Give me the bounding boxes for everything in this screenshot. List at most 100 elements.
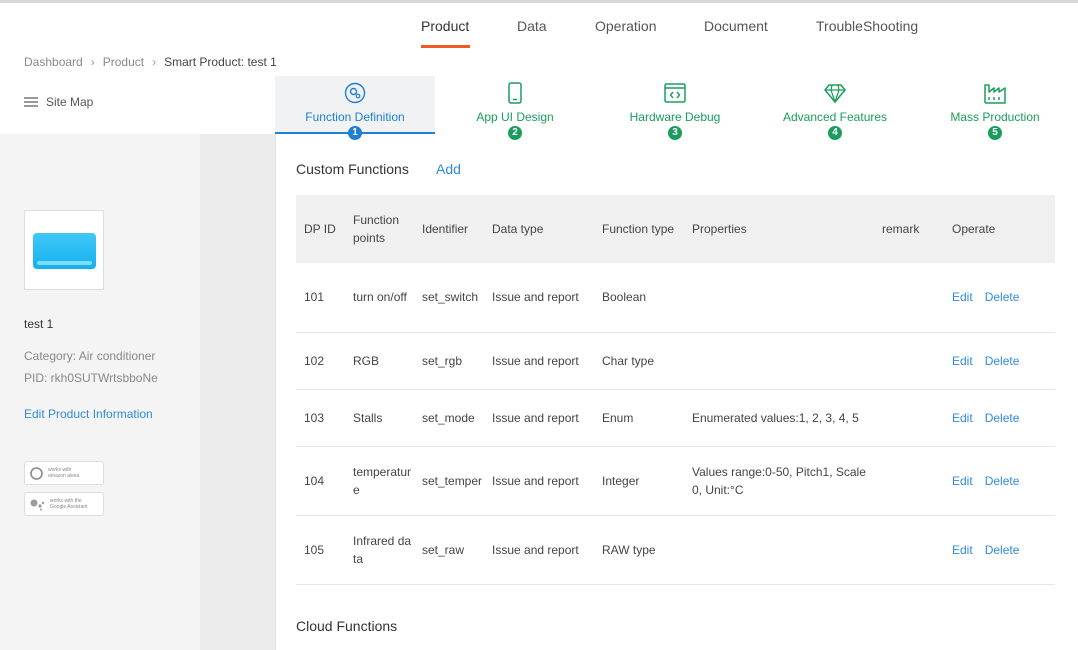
function-point: temperature [345,446,414,516]
edit-button[interactable]: Edit [952,474,973,488]
dp-id: 102 [296,332,345,390]
function-type: RAW type [594,515,684,585]
function-point: Infrared data [345,515,414,585]
edit-button[interactable]: Edit [952,354,973,368]
google-assistant-icon [30,499,45,510]
nav-product[interactable]: Product [421,18,469,34]
col-function-points: Function points [353,213,400,245]
identifier: set_switch [414,263,484,333]
cloud-functions-title: Cloud Functions [296,618,398,634]
factory-icon [984,84,1006,104]
edit-button[interactable]: Edit [952,411,973,425]
product-name: test 1 [24,317,54,331]
identifier: set_rgb [414,332,484,390]
properties: Values range:0-50, Pitch1, Scale 0, Unit… [684,446,874,516]
add-function-button[interactable]: Add [436,161,461,177]
tab-advanced-features[interactable]: Advanced Features 4 [755,76,915,140]
function-definition-panel: Custom Functions Add DP ID Function poin… [275,134,1078,650]
row-actions: Edit Delete [944,515,1055,585]
tab-label: App UI Design [476,110,554,124]
delete-button[interactable]: Delete [985,543,1020,557]
function-type: Integer [594,446,684,516]
tab-app-ui-design[interactable]: App UI Design 2 [435,76,595,140]
remark [874,446,944,516]
row-actions: Edit Delete [944,389,1055,447]
product-pid: PID: rkh0SUTWrtsbboNe [24,371,158,385]
data-type: Issue and report [484,263,594,333]
chevron-right-icon: › [90,55,95,69]
delete-button[interactable]: Delete [985,354,1020,368]
alexa-badge: works with amazon alexa [24,461,104,485]
properties [684,263,874,333]
site-map-button[interactable]: Site Map [24,95,93,109]
function-type: Char type [594,332,684,390]
table-row: 105 Infrared data set_raw Issue and repo… [296,515,1055,585]
custom-functions-title: Custom Functions [296,161,409,177]
phone-icon [508,82,522,104]
table-row: 102 RGB set_rgb Issue and report Char ty… [296,332,1055,390]
row-actions: Edit Delete [944,446,1055,516]
step-number: 4 [828,126,842,140]
remark [874,389,944,447]
remark [874,515,944,585]
breadcrumb: Dashboard › Product › Smart Product: tes… [24,55,277,69]
step-tab-bar: Site Map Function Definition 1 App UI De… [0,76,1078,140]
tab-label: Function Definition [305,110,405,124]
dp-id: 103 [296,389,345,447]
breadcrumb-product[interactable]: Product [103,55,144,69]
edit-product-info-link[interactable]: Edit Product Information [24,407,153,421]
tab-function-definition[interactable]: Function Definition 1 [275,76,435,140]
col-properties: Properties [692,222,747,236]
nav-operation[interactable]: Operation [595,18,656,34]
identifier: set_temper [414,446,484,516]
identifier: set_mode [414,389,484,447]
tab-hardware-debug[interactable]: Hardware Debug 3 [595,76,755,140]
col-function-type: Function type [602,222,675,236]
delete-button[interactable]: Delete [985,411,1020,425]
product-category: Category: Air conditioner [24,349,156,363]
col-remark: remark [882,222,920,236]
menu-icon [24,97,38,107]
col-identifier: Identifier [422,222,469,236]
nav-data[interactable]: Data [517,18,547,34]
table-header-row: DP ID Function points Identifier Data ty… [296,195,1055,263]
nav-document[interactable]: Document [704,18,768,34]
row-actions: Edit Delete [944,263,1055,333]
top-nav: Product Data Operation Document TroubleS… [0,18,1078,48]
edit-button[interactable]: Edit [952,290,973,304]
breadcrumb-dashboard[interactable]: Dashboard [24,55,83,69]
delete-button[interactable]: Delete [985,290,1020,304]
function-point: turn on/off [345,263,414,333]
chevron-right-icon: › [152,55,157,69]
delete-button[interactable]: Delete [985,474,1020,488]
dp-id: 105 [296,515,345,585]
remark [874,263,944,333]
edit-button[interactable]: Edit [952,543,973,557]
table-row: 103 Stalls set_mode Issue and report Enu… [296,389,1055,447]
row-actions: Edit Delete [944,332,1055,390]
data-type: Issue and report [484,515,594,585]
product-image [24,210,104,290]
data-type: Issue and report [484,332,594,390]
step-number: 5 [988,126,1002,140]
tab-mass-production[interactable]: Mass Production 5 [915,76,1075,140]
gear-icon [344,82,366,104]
properties: Enumerated values:1, 2, 3, 4, 5 [684,389,874,447]
table-row: 104 temperature set_temper Issue and rep… [296,446,1055,516]
table-row: 101 turn on/off set_switch Issue and rep… [296,263,1055,333]
diamond-icon [824,84,846,104]
air-conditioner-icon [33,233,96,269]
data-type: Issue and report [484,389,594,447]
function-point: RGB [345,332,414,390]
badge-text: works with amazon alexa [48,467,80,479]
nav-troubleshooting[interactable]: TroubleShooting [816,18,918,34]
function-type: Boolean [594,263,684,333]
badge-text: works with the Google Assistant [50,498,88,510]
col-data-type: Data type [492,222,544,236]
dp-id: 101 [296,263,345,333]
nav-active-underline [421,45,470,48]
properties [684,332,874,390]
product-sidebar: test 1 Category: Air conditioner PID: rk… [0,134,200,650]
data-type: Issue and report [484,446,594,516]
remark [874,332,944,390]
